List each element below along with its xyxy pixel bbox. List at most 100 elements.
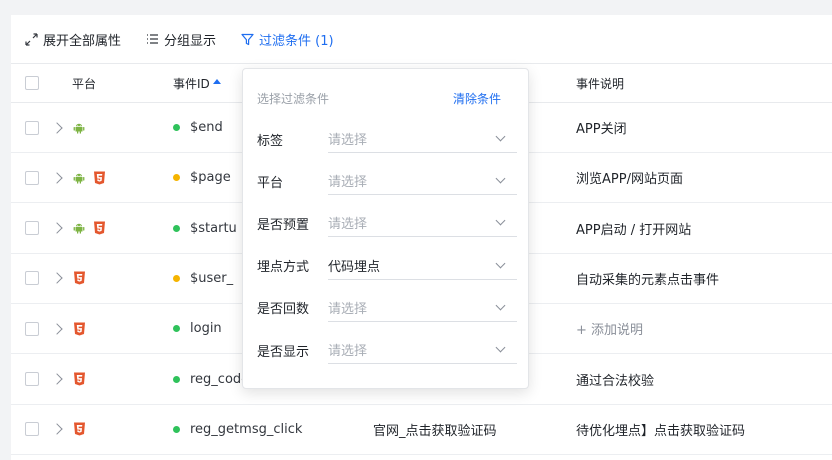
sort-icon[interactable] xyxy=(212,78,221,84)
event-description: APP启动 / 打开网站 xyxy=(576,222,692,238)
row-checkbox[interactable] xyxy=(25,271,39,286)
chevron-right-icon xyxy=(51,373,63,385)
filter-field: 是否预置 请选择 xyxy=(257,203,517,243)
android-icon xyxy=(73,222,85,234)
html5-icon xyxy=(93,221,106,235)
expand-row-toggle[interactable] xyxy=(51,405,63,454)
header-event-id-label: 事件ID xyxy=(173,76,210,91)
filter-select-value: 代码埋点 xyxy=(328,259,381,275)
filter-popover-header: 选择过滤条件 清除条件 xyxy=(257,90,515,107)
filter-select[interactable]: 请选择 xyxy=(328,294,517,322)
expand-row-toggle[interactable] xyxy=(51,254,63,303)
header-description: 事件说明 xyxy=(576,76,625,91)
event-id: reg_getmsg_click xyxy=(190,421,303,437)
filter-conditions-button[interactable]: 过滤条件 (1) xyxy=(240,30,334,49)
android-icon xyxy=(73,122,85,134)
event-id-cell: $end xyxy=(173,103,223,152)
row-checkbox-cell xyxy=(25,254,39,303)
chevron-right-icon xyxy=(51,121,63,134)
status-dot xyxy=(173,224,180,232)
event-id: login xyxy=(190,321,222,337)
chevron-right-icon xyxy=(51,323,63,335)
filter-select-placeholder: 请选择 xyxy=(328,217,368,233)
header-event-id[interactable]: 事件ID xyxy=(173,64,221,102)
chevron-down-icon xyxy=(495,342,506,353)
filter-field: 是否显示 请选择 xyxy=(257,330,517,370)
event-description: APP关闭 xyxy=(576,122,627,137)
filter-select-placeholder: 请选择 xyxy=(328,301,368,317)
row-checkbox[interactable] xyxy=(25,221,39,236)
platform-icons xyxy=(73,254,94,303)
status-dot xyxy=(173,325,180,333)
chevron-right-icon xyxy=(51,172,63,184)
filter-select-placeholder: 请选择 xyxy=(328,133,368,148)
event-id-cell: $page xyxy=(173,153,231,202)
display-name-cell: 官网_点击获取验证码 xyxy=(373,405,497,454)
group-display-button[interactable]: 分组显示 xyxy=(145,30,216,49)
select-all-checkbox-cell xyxy=(25,64,39,102)
expand-row-toggle[interactable] xyxy=(51,355,63,404)
row-checkbox-cell xyxy=(25,103,39,152)
filter-select[interactable]: 请选择 xyxy=(328,336,517,364)
platform-icons xyxy=(73,204,114,253)
expand-all-label: 展开全部属性 xyxy=(43,33,122,49)
description-cell: 待优化埋点】点击获取验证码 xyxy=(576,405,745,454)
filter-field-label: 是否显示 xyxy=(257,344,310,360)
chevron-down-icon xyxy=(495,258,506,269)
filter-conditions-label: 过滤条件 (1) xyxy=(259,33,334,49)
row-checkbox[interactable] xyxy=(25,372,39,386)
toolbar: 展开全部属性 分组显示 过滤条件 (1) xyxy=(11,15,832,63)
funnel-icon xyxy=(240,32,254,46)
row-checkbox[interactable] xyxy=(25,120,39,135)
chevron-down-icon xyxy=(495,131,506,142)
filter-field-label: 是否回数 xyxy=(257,302,310,318)
expand-row-toggle[interactable] xyxy=(51,304,63,353)
row-checkbox[interactable] xyxy=(25,321,39,336)
filter-select[interactable]: 请选择 xyxy=(328,209,517,238)
header-platform: 平台 xyxy=(72,76,97,91)
event-id: $user_ xyxy=(190,270,234,286)
expand-row-toggle[interactable] xyxy=(51,204,63,253)
filter-select[interactable]: 请选择 xyxy=(328,125,517,153)
row-checkbox[interactable] xyxy=(25,170,39,185)
event-description: 通过合法校验 xyxy=(576,373,655,389)
event-id-cell: $startu xyxy=(173,204,237,253)
event-table-panel: 展开全部属性 分组显示 过滤条件 (1) 平台 事件ID 事件说明 $end A… xyxy=(11,15,832,460)
html5-icon xyxy=(73,322,86,336)
html5-icon xyxy=(73,372,86,386)
clear-conditions-button[interactable]: 清除条件 xyxy=(453,90,501,107)
expand-row-toggle[interactable] xyxy=(51,153,63,202)
filter-select-placeholder: 请选择 xyxy=(328,344,368,359)
status-dot xyxy=(173,274,180,282)
row-checkbox[interactable] xyxy=(25,422,39,437)
row-checkbox-cell xyxy=(25,204,39,253)
filter-field-label: 是否预置 xyxy=(257,217,310,233)
row-checkbox-cell xyxy=(25,355,39,404)
expand-arrows-icon xyxy=(24,32,38,46)
table-row[interactable]: reg_getmsg_click 官网_点击获取验证码 待优化埋点】点击获取验证… xyxy=(11,405,832,455)
platform-icons xyxy=(73,304,94,353)
event-id-cell: login xyxy=(173,304,222,353)
platform-icons xyxy=(73,405,94,454)
expand-all-button[interactable]: 展开全部属性 xyxy=(24,30,121,49)
filter-popover-title: 选择过滤条件 xyxy=(257,92,330,106)
filter-field-label: 标签 xyxy=(257,133,284,149)
filter-select[interactable]: 代码埋点 xyxy=(328,252,517,280)
select-all-checkbox[interactable] xyxy=(25,76,39,90)
filter-field: 平台 请选择 xyxy=(257,161,517,201)
filter-field-label: 埋点方式 xyxy=(257,260,310,276)
filter-select-placeholder: 请选择 xyxy=(328,175,368,191)
row-checkbox-cell xyxy=(25,405,39,454)
status-dot xyxy=(173,124,180,131)
filter-field: 是否回数 请选择 xyxy=(257,288,517,328)
event-id: $end xyxy=(190,120,223,135)
add-description-link[interactable]: + 添加说明 xyxy=(576,319,643,338)
filter-select[interactable]: 请选择 xyxy=(328,167,517,196)
list-icon xyxy=(145,32,159,46)
description-cell[interactable]: + 添加说明 xyxy=(576,304,643,353)
expand-row-toggle[interactable] xyxy=(51,103,63,152)
event-id: $startu xyxy=(190,220,237,236)
html5-icon xyxy=(73,271,86,285)
row-checkbox-cell xyxy=(25,304,39,353)
status-dot xyxy=(173,174,180,182)
